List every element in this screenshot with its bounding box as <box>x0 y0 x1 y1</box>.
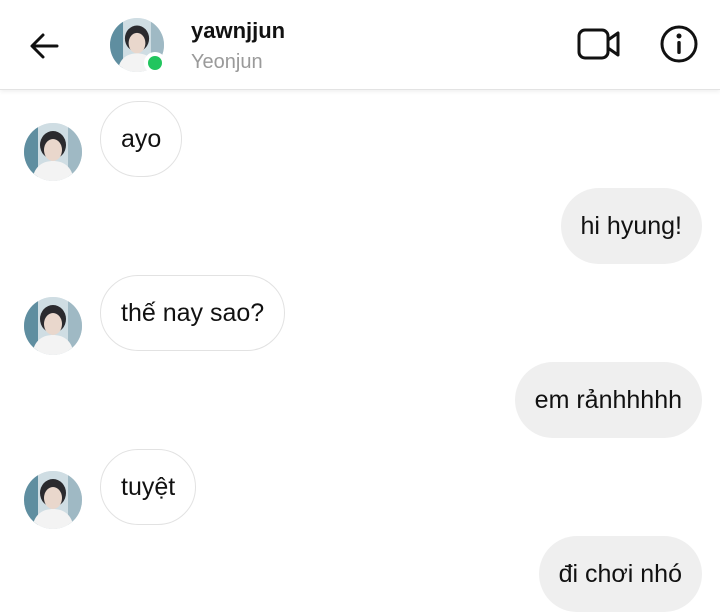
contact-avatar[interactable] <box>110 18 166 74</box>
sender-avatar[interactable] <box>24 471 82 529</box>
video-call-icon <box>577 28 620 60</box>
sender-avatar[interactable] <box>24 297 82 355</box>
online-status-dot <box>144 52 166 74</box>
avatar <box>24 471 82 529</box>
info-icon <box>660 25 698 63</box>
message-bubble-incoming[interactable]: thế nay sao? <box>100 275 286 351</box>
chat-header: yawnjjun Yeonjun <box>0 0 720 90</box>
message-bubble-outgoing[interactable]: em rảnhhhhh <box>514 362 702 438</box>
back-button[interactable] <box>24 26 64 66</box>
sender-avatar[interactable] <box>24 123 82 181</box>
message-bubble-incoming[interactable]: tuyệt <box>100 449 197 525</box>
message-bubble-outgoing[interactable]: đi chơi nhó <box>538 536 702 612</box>
back-arrow-icon <box>30 33 59 59</box>
contact-username[interactable]: yawnjjun <box>191 18 285 44</box>
avatar <box>24 123 82 181</box>
message-bubble-outgoing[interactable]: hi hyung! <box>560 188 702 264</box>
video-call-button[interactable] <box>574 22 624 66</box>
avatar <box>24 297 82 355</box>
info-button[interactable] <box>656 22 702 66</box>
message-bubble-incoming[interactable]: ayo <box>100 101 183 177</box>
contact-display-name: Yeonjun <box>191 51 263 73</box>
